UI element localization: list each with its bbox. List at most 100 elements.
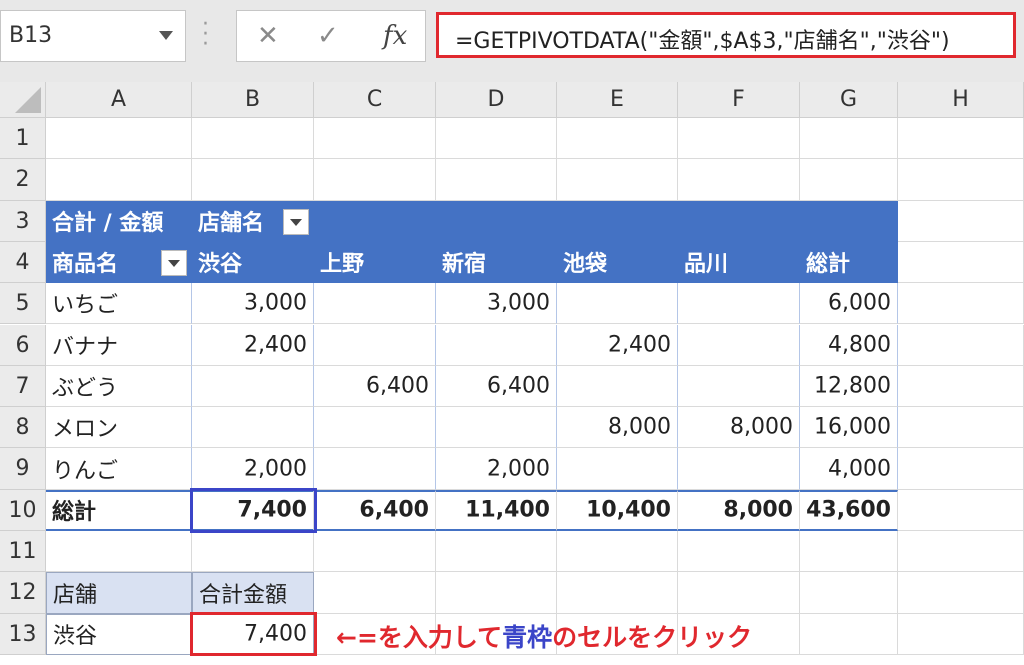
- row-header-13[interactable]: 13: [0, 613, 46, 655]
- cell[interactable]: [192, 365, 314, 408]
- column-header-g[interactable]: G: [800, 82, 898, 118]
- cell[interactable]: [800, 572, 898, 614]
- pivot-store-header[interactable]: 池袋: [557, 241, 678, 284]
- row-header-4[interactable]: 4: [0, 241, 46, 284]
- cell[interactable]: [678, 283, 800, 325]
- cell[interactable]: [898, 489, 1024, 531]
- pivot-value[interactable]: 8,000: [678, 407, 800, 449]
- pivot-store-header[interactable]: 品川: [678, 241, 800, 284]
- column-header-e[interactable]: E: [557, 82, 678, 118]
- pivot-value[interactable]: 16,000: [800, 407, 898, 449]
- pivot-value[interactable]: 6,000: [800, 283, 898, 325]
- formula-input[interactable]: =GETPIVOTDATA("金額",$A$3,"店舗名","渋谷"): [436, 12, 1016, 58]
- pivot-total-label[interactable]: 総計: [46, 489, 192, 531]
- pivot-row-label[interactable]: メロン: [46, 407, 192, 449]
- row-header-10[interactable]: 10: [0, 489, 46, 531]
- cell[interactable]: [557, 448, 678, 490]
- cell[interactable]: [314, 531, 436, 573]
- pivot-column-field[interactable]: 店舗名: [192, 200, 314, 242]
- pivot-value[interactable]: 6,400: [314, 365, 436, 408]
- cell[interactable]: [46, 118, 192, 160]
- cell[interactable]: [678, 159, 800, 201]
- cell[interactable]: [192, 118, 314, 160]
- cell[interactable]: [678, 448, 800, 490]
- cell[interactable]: [436, 159, 557, 201]
- cell[interactable]: [678, 572, 800, 614]
- cell[interactable]: [314, 283, 436, 325]
- filter-dropdown-icon[interactable]: [283, 208, 309, 235]
- pivot-value[interactable]: 3,000: [192, 283, 314, 325]
- pivot-row-label[interactable]: バナナ: [46, 324, 192, 366]
- cell[interactable]: [314, 407, 436, 449]
- fx-icon[interactable]: fx: [383, 21, 407, 51]
- row-header-5[interactable]: 5: [0, 283, 46, 325]
- lookup-store[interactable]: 渋谷: [46, 613, 192, 655]
- pivot-store-header[interactable]: 新宿: [436, 241, 557, 284]
- row-header-7[interactable]: 7: [0, 365, 46, 408]
- cell[interactable]: [898, 324, 1024, 366]
- cell[interactable]: [800, 531, 898, 573]
- cell[interactable]: [557, 159, 678, 201]
- cell[interactable]: [898, 118, 1024, 160]
- cell[interactable]: [898, 200, 1024, 242]
- pivot-value[interactable]: 4,800: [800, 324, 898, 366]
- filter-dropdown-icon[interactable]: [161, 249, 187, 276]
- pivot-row-label[interactable]: ぶどう: [46, 365, 192, 408]
- cell[interactable]: [314, 200, 436, 242]
- cell[interactable]: [192, 159, 314, 201]
- pivot-total-value[interactable]: 11,400: [436, 489, 557, 531]
- cell[interactable]: [436, 200, 557, 242]
- cell[interactable]: [436, 324, 557, 366]
- row-header-11[interactable]: 11: [0, 531, 46, 573]
- cell[interactable]: [436, 572, 557, 614]
- pivot-value[interactable]: 2,400: [192, 324, 314, 366]
- pivot-value[interactable]: 2,400: [557, 324, 678, 366]
- cell[interactable]: [800, 613, 898, 655]
- more-vertical-icon[interactable]: · · ·: [202, 14, 209, 56]
- pivot-value[interactable]: 6,400: [436, 365, 557, 408]
- lookup-header-store[interactable]: 店舗: [46, 572, 192, 614]
- pivot-total-value[interactable]: 8,000: [678, 489, 800, 531]
- cell[interactable]: [192, 531, 314, 573]
- select-all-button[interactable]: [0, 82, 46, 118]
- cell[interactable]: [192, 407, 314, 449]
- cell[interactable]: [898, 613, 1024, 655]
- pivot-value[interactable]: 3,000: [436, 283, 557, 325]
- pivot-value[interactable]: 2,000: [192, 448, 314, 490]
- chevron-down-icon[interactable]: [159, 31, 173, 40]
- cancel-icon[interactable]: ✕: [257, 21, 279, 51]
- pivot-value[interactable]: 4,000: [800, 448, 898, 490]
- pivot-corner-label[interactable]: 合計 / 金額: [46, 200, 192, 242]
- cell[interactable]: [314, 572, 436, 614]
- lookup-header-amount[interactable]: 合計金額: [192, 572, 314, 614]
- pivot-row-label[interactable]: いちご: [46, 283, 192, 325]
- cell[interactable]: [678, 118, 800, 160]
- row-header-1[interactable]: 1: [0, 118, 46, 160]
- cell[interactable]: [314, 448, 436, 490]
- pivot-store-header[interactable]: 渋谷: [192, 241, 314, 284]
- cell[interactable]: [898, 407, 1024, 449]
- cell[interactable]: [557, 572, 678, 614]
- cell[interactable]: [898, 283, 1024, 325]
- cell[interactable]: [557, 365, 678, 408]
- column-header-f[interactable]: F: [678, 82, 800, 118]
- cell[interactable]: [678, 531, 800, 573]
- pivot-row-label[interactable]: りんご: [46, 448, 192, 490]
- cell[interactable]: [898, 241, 1024, 284]
- name-box[interactable]: B13: [0, 10, 186, 62]
- cell[interactable]: [436, 407, 557, 449]
- enter-icon[interactable]: ✓: [317, 21, 339, 51]
- row-header-2[interactable]: 2: [0, 159, 46, 201]
- cell[interactable]: [46, 159, 192, 201]
- cell[interactable]: [557, 531, 678, 573]
- cell[interactable]: [898, 572, 1024, 614]
- row-header-3[interactable]: 3: [0, 200, 46, 242]
- row-header-12[interactable]: 12: [0, 572, 46, 614]
- pivot-store-header[interactable]: 総計: [800, 241, 898, 284]
- cell[interactable]: [678, 200, 800, 242]
- pivot-row-field[interactable]: 商品名: [46, 241, 192, 284]
- cell[interactable]: [898, 365, 1024, 408]
- cell[interactable]: [314, 324, 436, 366]
- pivot-value[interactable]: 8,000: [557, 407, 678, 449]
- cell[interactable]: [898, 448, 1024, 490]
